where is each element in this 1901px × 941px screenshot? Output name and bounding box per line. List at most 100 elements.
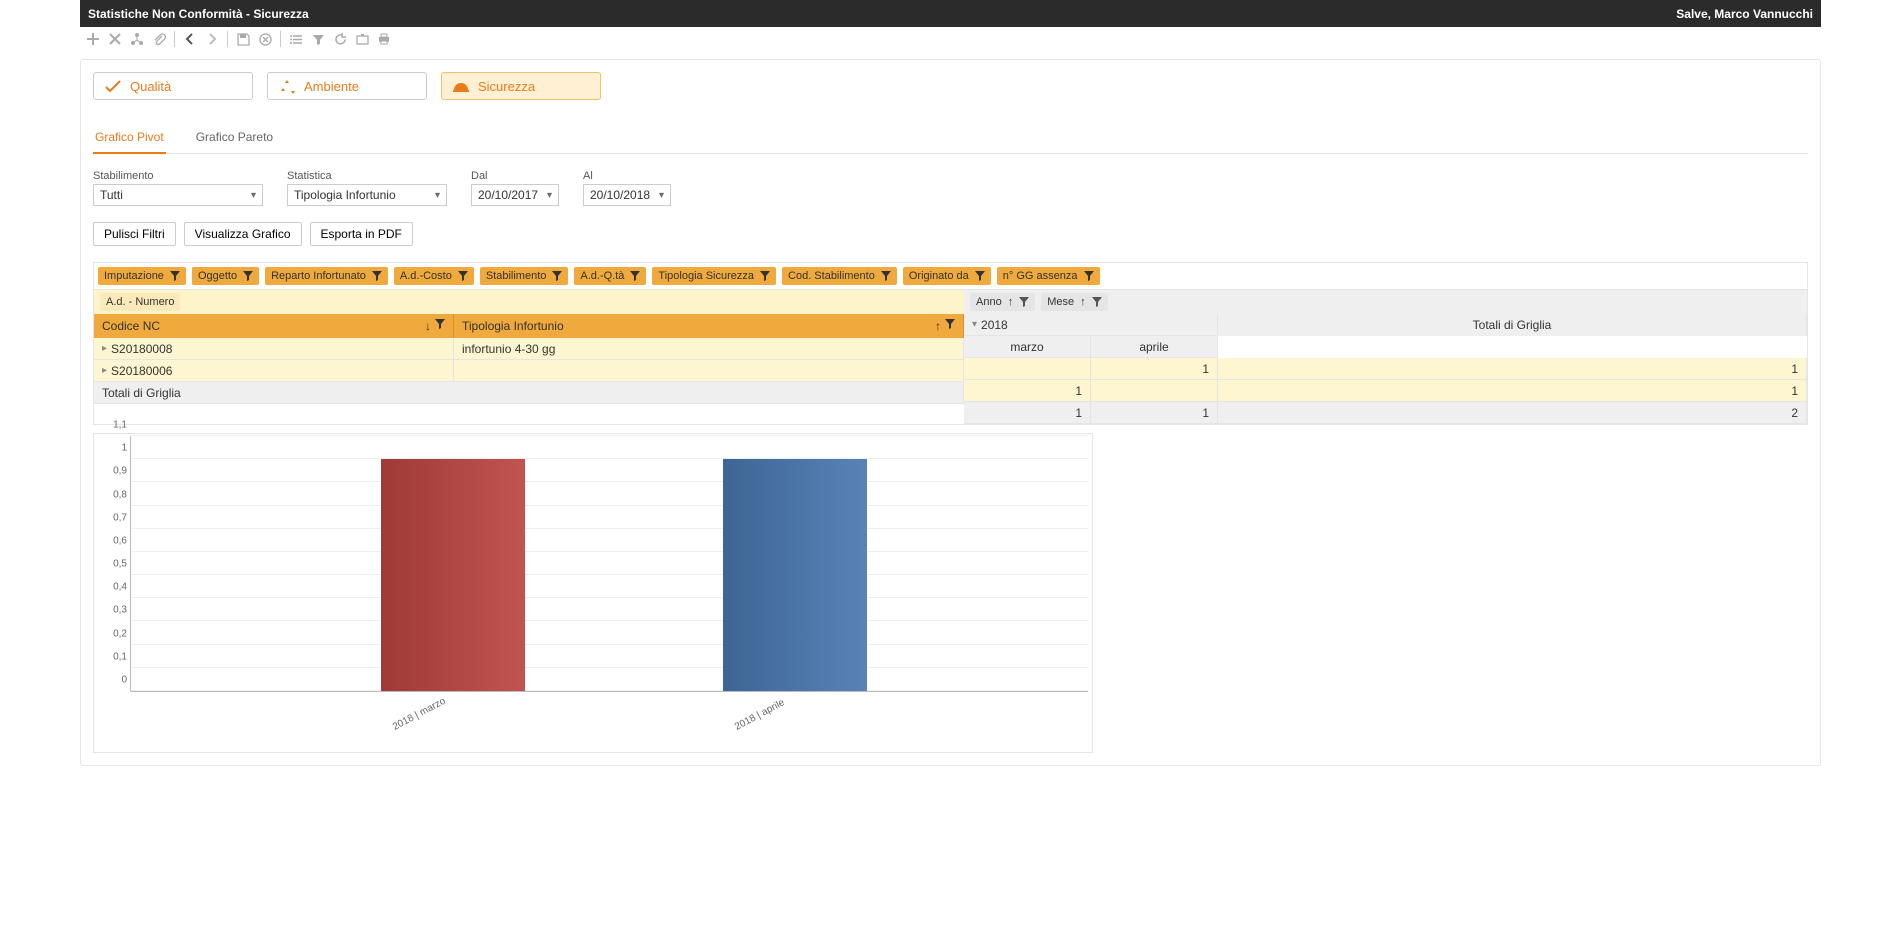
delete-icon[interactable] [106, 30, 124, 48]
funnel-icon[interactable] [1019, 297, 1029, 307]
tab-qualita[interactable]: Qualità [93, 72, 253, 100]
expand-icon[interactable]: ▸ [102, 343, 107, 354]
chart-bar [723, 459, 867, 691]
row-total-cell: 1 [1218, 358, 1807, 380]
filter-chip[interactable]: Imputazione [98, 267, 186, 285]
chip-label: Imputazione [104, 270, 164, 282]
category-tabs: Qualità Ambiente Sicurezza [93, 72, 1808, 100]
filters-row: Stabilimento Tutti ▾ Statistica Tipologi… [93, 170, 1808, 206]
row-total-cell: 1 [1218, 380, 1807, 402]
funnel-icon[interactable] [170, 271, 180, 281]
tab-ambiente[interactable]: Ambiente [267, 72, 427, 100]
export-pdf-button[interactable]: Esporta in PDF [310, 222, 413, 246]
caret-down-icon: ▾ [547, 190, 552, 201]
toolbar [80, 27, 1821, 51]
header-label: Codice NC [102, 319, 160, 333]
y-tick-label: 0,8 [113, 489, 127, 500]
subtab-pivot[interactable]: Grafico Pivot [93, 124, 166, 154]
funnel-icon[interactable] [1084, 271, 1094, 281]
total-cell: 1 [1091, 402, 1218, 424]
funnel-icon[interactable] [975, 271, 985, 281]
chip-label: Anno [976, 296, 1002, 308]
label: Statistica [287, 170, 447, 182]
show-chart-button[interactable]: Visualizza Grafico [184, 222, 302, 246]
funnel-icon[interactable] [1092, 297, 1102, 307]
tab-sicurezza[interactable]: Sicurezza [441, 72, 601, 100]
row-codice[interactable]: ▸S20180008 [94, 338, 454, 360]
caret-down-icon: ▾ [435, 190, 440, 201]
pivot-column-area[interactable]: Anno ↑ Mese ↑ [964, 290, 1807, 314]
filter-chip[interactable]: Cod. Stabilimento [782, 267, 897, 285]
value: 20/10/2017 [478, 188, 538, 202]
x-tick-label: 2018 | marzo [391, 696, 448, 733]
y-tick-label: 0,5 [113, 559, 127, 570]
sort-icon: ↑ [1080, 296, 1086, 308]
subtab-pareto[interactable]: Grafico Pareto [194, 124, 275, 153]
row-header-tipologia[interactable]: Tipologia Infortunio ↑ [454, 314, 964, 338]
funnel-icon[interactable] [372, 271, 382, 281]
helmet-icon [452, 78, 468, 94]
filter-chip[interactable]: A.d.-Q.tà [574, 267, 646, 285]
sort-filter-icons[interactable]: ↑ [935, 319, 955, 333]
print-icon[interactable] [375, 30, 393, 48]
col-chip-mese[interactable]: Mese ↑ [1041, 293, 1107, 311]
refresh-icon[interactable] [331, 30, 349, 48]
sort-filter-icons[interactable]: ↓ [425, 319, 445, 333]
row-codice[interactable]: ▸S20180006 [94, 360, 454, 382]
funnel-icon[interactable] [243, 271, 253, 281]
totals-label: Totali di Griglia [94, 382, 964, 404]
chart-bar [381, 459, 525, 691]
filter-chip[interactable]: Tipologia Sicurezza [652, 267, 776, 285]
y-tick-label: 1 [121, 443, 127, 454]
attach-icon[interactable] [150, 30, 168, 48]
datepicker-al[interactable]: 20/10/2018 ▾ [583, 184, 671, 206]
y-tick-label: 0,2 [113, 628, 127, 639]
chip-label: A.d.-Costo [400, 270, 452, 282]
filter-chip[interactable]: Originato da [903, 267, 991, 285]
clear-filters-button[interactable]: Pulisci Filtri [93, 222, 176, 246]
funnel-icon[interactable] [630, 271, 640, 281]
chip-label: Mese [1047, 296, 1074, 308]
row-header-codice[interactable]: Codice NC ↓ [94, 314, 454, 338]
tree-icon[interactable] [128, 30, 146, 48]
data-cell: 1 [964, 380, 1091, 402]
dropdown-statistica[interactable]: Tipologia Infortunio ▾ [287, 184, 447, 206]
funnel-icon[interactable] [458, 271, 468, 281]
list-icon[interactable] [287, 30, 305, 48]
reset-view-icon[interactable] [353, 30, 371, 48]
x-tick-label: 2018 | aprile [733, 697, 787, 732]
grand-total-cell: 2 [1218, 402, 1807, 424]
chip-label: n° GG assenza [1003, 270, 1078, 282]
tab-label: Ambiente [304, 79, 359, 94]
data-cell: 1 [1091, 358, 1218, 380]
pivot-data-area[interactable]: A.d. - Numero [94, 290, 964, 314]
total-cell: 1 [964, 402, 1091, 424]
y-tick-label: 0,4 [113, 582, 127, 593]
data-chip[interactable]: A.d. - Numero [100, 293, 180, 311]
filter-chip[interactable]: A.d.-Costo [394, 267, 474, 285]
expand-icon[interactable]: ▸ [102, 365, 107, 376]
funnel-icon[interactable] [760, 271, 770, 281]
filter-chip[interactable]: n° GG assenza [997, 267, 1100, 285]
col-chip-anno[interactable]: Anno ↑ [970, 293, 1035, 311]
funnel-icon[interactable] [552, 271, 562, 281]
header-label: Tipologia Infortunio [462, 319, 564, 333]
forward-icon[interactable] [203, 30, 221, 48]
funnel-icon[interactable] [309, 30, 327, 48]
cancel-icon[interactable] [256, 30, 274, 48]
datepicker-dal[interactable]: 20/10/2017 ▾ [471, 184, 559, 206]
save-icon[interactable] [234, 30, 252, 48]
chart: 00,10,20,30,40,50,60,70,80,911,12018 | m… [93, 433, 1093, 753]
filter-chip[interactable]: Stabilimento [480, 267, 569, 285]
funnel-icon[interactable] [881, 271, 891, 281]
add-icon[interactable] [84, 30, 102, 48]
filter-chip[interactable]: Oggetto [192, 267, 259, 285]
dropdown-stabilimento[interactable]: Tutti ▾ [93, 184, 263, 206]
user-greeting: Salve, Marco Vannucchi [1676, 7, 1813, 21]
chip-label: A.d.-Q.tà [580, 270, 624, 282]
back-icon[interactable] [181, 30, 199, 48]
y-tick-label: 0,3 [113, 605, 127, 616]
pivot-filter-area[interactable]: Imputazione Oggetto Reparto Infortunato … [93, 262, 1808, 290]
chip-label: A.d. - Numero [106, 296, 174, 308]
filter-chip[interactable]: Reparto Infortunato [265, 267, 388, 285]
